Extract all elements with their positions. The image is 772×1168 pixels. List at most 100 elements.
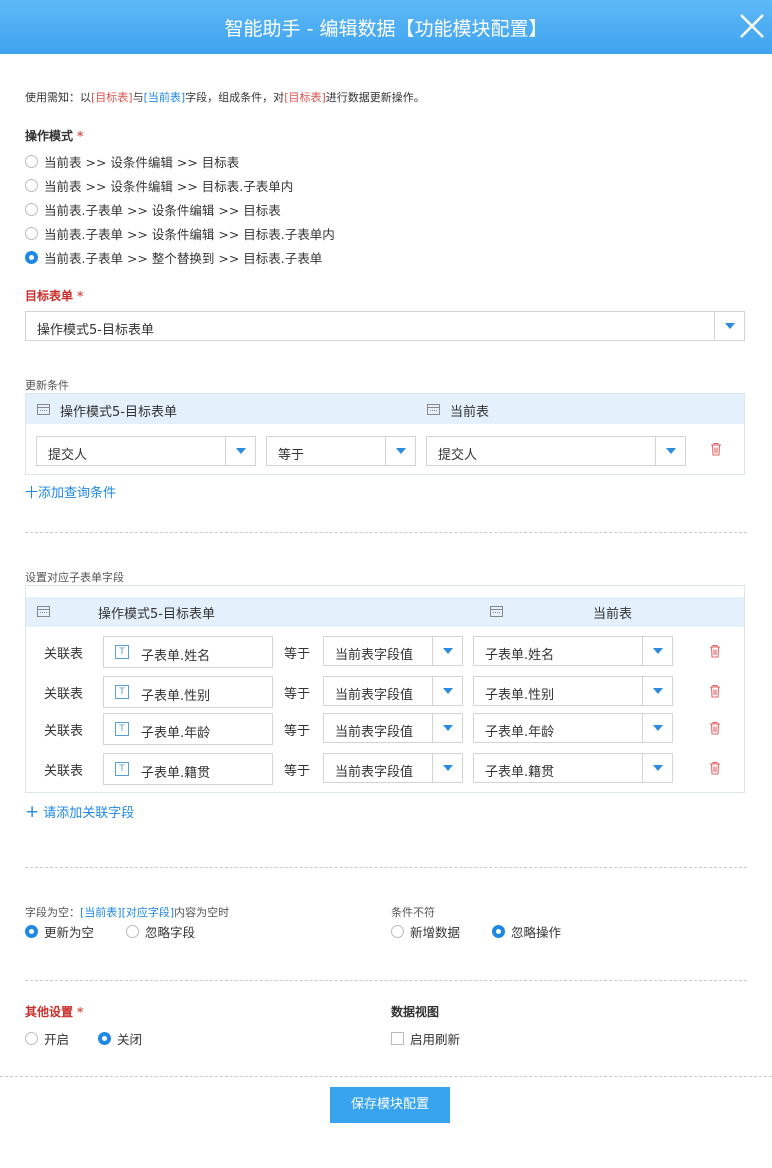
subform-field-value: 子表单.籍贯	[141, 766, 211, 781]
enable-refresh-label: 启用刷新	[410, 1031, 461, 1047]
chevron-down-icon[interactable]	[432, 754, 462, 782]
radio-icon[interactable]	[126, 924, 139, 938]
op-mode-option-1[interactable]: 当前表 >> 设条件编辑 >> 目标表	[25, 151, 335, 171]
notice-mid2: 字段，组成条件，对	[185, 91, 285, 104]
empty-field-suffix: 内容为空时	[174, 906, 230, 919]
radio-selected-icon[interactable]	[98, 1031, 111, 1045]
close-icon[interactable]	[738, 12, 766, 40]
trash-icon[interactable]	[709, 761, 721, 775]
mismatch-ignore-option[interactable]: 忽略操作	[492, 921, 561, 941]
trash-icon[interactable]	[709, 644, 721, 658]
chevron-down-icon[interactable]	[225, 437, 255, 465]
update-cond-label: 更新条件	[25, 379, 69, 392]
source-select[interactable]: 当前表字段值	[323, 636, 463, 666]
add-relation-field-link[interactable]: + 请添加关联字段	[25, 802, 134, 822]
op-mode-option-5[interactable]: 当前表.子表单 >> 整个替换到 >> 目标表.子表单	[25, 247, 335, 267]
current-field-select[interactable]: 子表单.性别	[473, 676, 673, 706]
current-field-select[interactable]: 子表单.年龄	[473, 713, 673, 743]
op-mode-option-label: 当前表.子表单 >> 设条件编辑 >> 目标表.子表单内	[44, 226, 335, 242]
notice-target-table-2: [目标表]	[284, 91, 326, 104]
target-form-select[interactable]: 操作模式5-目标表单	[25, 311, 745, 341]
op-mode-option-label: 当前表.子表单 >> 设条件编辑 >> 目标表	[44, 202, 281, 218]
update-cond-head-left: 操作模式5-目标表单	[60, 405, 177, 420]
dialog-title: 智能助手 - 编辑数据【功能模块配置】	[224, 18, 548, 40]
chevron-down-icon[interactable]	[642, 677, 672, 705]
mismatch-label: 条件不符	[391, 906, 435, 919]
radio-selected-icon[interactable]	[25, 924, 38, 938]
source-value: 当前表字段值	[335, 648, 414, 663]
empty-update-option[interactable]: 更新为空	[25, 921, 94, 941]
op-mode-option-4[interactable]: 当前表.子表单 >> 设条件编辑 >> 目标表.子表单内	[25, 223, 335, 243]
enable-refresh-option[interactable]: 启用刷新	[391, 1028, 460, 1048]
subform-field[interactable]: T 子表单.姓名	[103, 636, 273, 668]
radio-icon[interactable]	[25, 1031, 38, 1045]
radio-selected-icon[interactable]	[492, 924, 505, 938]
notice-mid1: 与	[132, 91, 144, 104]
current-field-value: 子表单.姓名	[485, 648, 555, 663]
text-field-icon: T	[115, 645, 129, 659]
current-field-select[interactable]: 子表单.姓名	[473, 636, 673, 666]
op-mode-options: 当前表 >> 设条件编辑 >> 目标表 当前表 >> 设条件编辑 >> 目标表.…	[25, 151, 335, 267]
source-select[interactable]: 当前表字段值	[323, 753, 463, 783]
chevron-down-icon[interactable]	[385, 437, 415, 465]
cond-field-value: 提交人	[48, 448, 88, 463]
cond-value-select[interactable]: 提交人	[426, 436, 686, 466]
op-mode-option-3[interactable]: 当前表.子表单 >> 设条件编辑 >> 目标表	[25, 199, 335, 219]
subform-field[interactable]: T 子表单.年龄	[103, 713, 273, 745]
current-field-value: 子表单.年龄	[485, 725, 555, 740]
other-off-label: 关闭	[117, 1031, 143, 1047]
current-field-value: 子表单.籍贯	[485, 765, 555, 780]
chevron-down-icon[interactable]	[642, 754, 672, 782]
radio-icon[interactable]	[25, 178, 38, 192]
op-mode-label-text: 操作模式	[25, 129, 74, 143]
empty-update-label: 更新为空	[44, 924, 95, 940]
source-select[interactable]: 当前表字段值	[323, 676, 463, 706]
text-field-icon: T	[115, 762, 129, 776]
chevron-down-icon[interactable]	[655, 437, 685, 465]
update-cond-header: 操作模式5-目标表单 当前表	[26, 394, 744, 424]
radio-icon[interactable]	[25, 226, 38, 240]
trash-icon[interactable]	[710, 442, 722, 456]
chevron-down-icon[interactable]	[642, 714, 672, 742]
operator-label: 等于	[284, 724, 311, 739]
subform-field[interactable]: T 子表单.籍贯	[103, 753, 273, 785]
empty-ignore-label: 忽略字段	[145, 924, 196, 940]
cond-field-select[interactable]: 提交人	[36, 436, 256, 466]
chevron-down-icon[interactable]	[432, 714, 462, 742]
radio-icon[interactable]	[25, 202, 38, 216]
other-off-option[interactable]: 关闭	[98, 1028, 142, 1048]
radio-selected-icon[interactable]	[25, 250, 38, 264]
relation-label: 关联表	[44, 724, 84, 739]
mismatch-add-option[interactable]: 新增数据	[391, 921, 460, 941]
checkbox-icon[interactable]	[391, 1031, 404, 1045]
current-field-value: 子表单.性别	[485, 688, 555, 703]
subform-head-left: 操作模式5-目标表单	[98, 607, 215, 622]
other-on-option[interactable]: 开启	[25, 1028, 69, 1048]
other-settings-label-text: 其他设置	[25, 1005, 74, 1019]
operator-label: 等于	[284, 687, 311, 702]
radio-icon[interactable]	[391, 924, 404, 938]
chevron-down-icon[interactable]	[432, 677, 462, 705]
cond-op-select[interactable]: 等于	[266, 436, 416, 466]
footer-divider	[0, 1076, 772, 1077]
op-mode-option-2[interactable]: 当前表 >> 设条件编辑 >> 目标表.子表单内	[25, 175, 335, 195]
empty-ignore-option[interactable]: 忽略字段	[126, 921, 195, 941]
trash-icon[interactable]	[709, 721, 721, 735]
source-select[interactable]: 当前表字段值	[323, 713, 463, 743]
radio-icon[interactable]	[25, 154, 38, 168]
save-config-button[interactable]: 保存模块配置	[330, 1087, 450, 1123]
other-settings-label: 其他设置 *	[25, 1003, 83, 1020]
subform-field-value: 子表单.姓名	[141, 649, 211, 664]
chevron-down-icon[interactable]	[432, 637, 462, 665]
trash-icon[interactable]	[709, 684, 721, 698]
add-query-condition-link[interactable]: 十添加查询条件	[25, 482, 116, 501]
current-field-select[interactable]: 子表单.籍贯	[473, 753, 673, 783]
other-on-label: 开启	[44, 1031, 70, 1047]
table-icon	[490, 606, 503, 617]
usage-notice: 使用需知：以[目标表]与[当前表]字段，组成条件，对[目标表]进行数据更新操作。	[25, 89, 425, 105]
chevron-down-icon[interactable]	[714, 312, 744, 340]
empty-field-prefix: 字段为空：	[25, 906, 80, 919]
chevron-down-icon[interactable]	[642, 637, 672, 665]
subform-field[interactable]: T 子表单.性别	[103, 676, 273, 708]
op-mode-option-label: 当前表 >> 设条件编辑 >> 目标表	[44, 154, 240, 170]
